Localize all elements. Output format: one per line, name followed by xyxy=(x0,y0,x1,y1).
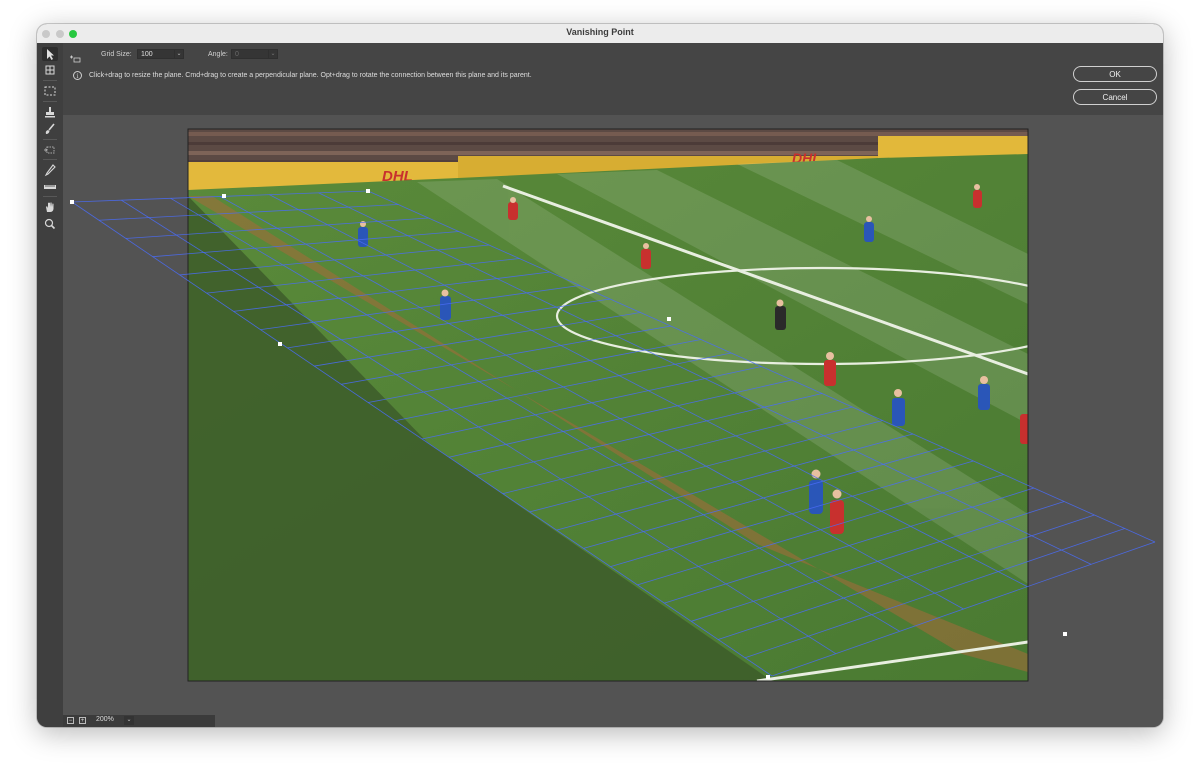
image-preview[interactable]: DHL DHL xyxy=(37,24,1163,727)
zoom-in-button[interactable]: + xyxy=(79,717,86,724)
plane-corner-handle[interactable] xyxy=(70,200,74,204)
zoom-dropdown-chevron-icon[interactable]: ⌄ xyxy=(124,716,134,725)
plane-center-handle[interactable] xyxy=(667,317,671,321)
plane-edge-handle[interactable] xyxy=(222,194,226,198)
zoom-out-button[interactable]: − xyxy=(67,717,74,724)
vanishing-point-window: Vanishing Point Grid Size: 100 ⌄ Angle: … xyxy=(37,24,1163,727)
zoom-level: 200% xyxy=(96,716,114,723)
football-photo: DHL DHL xyxy=(188,129,1028,681)
plane-edge-handle[interactable] xyxy=(766,675,770,679)
plane-edge-handle[interactable] xyxy=(278,342,282,346)
zoom-bar: − + 200% ⌄ xyxy=(63,715,215,727)
plane-edge-handle[interactable] xyxy=(1063,632,1067,636)
plane-edge-handle[interactable] xyxy=(366,189,370,193)
